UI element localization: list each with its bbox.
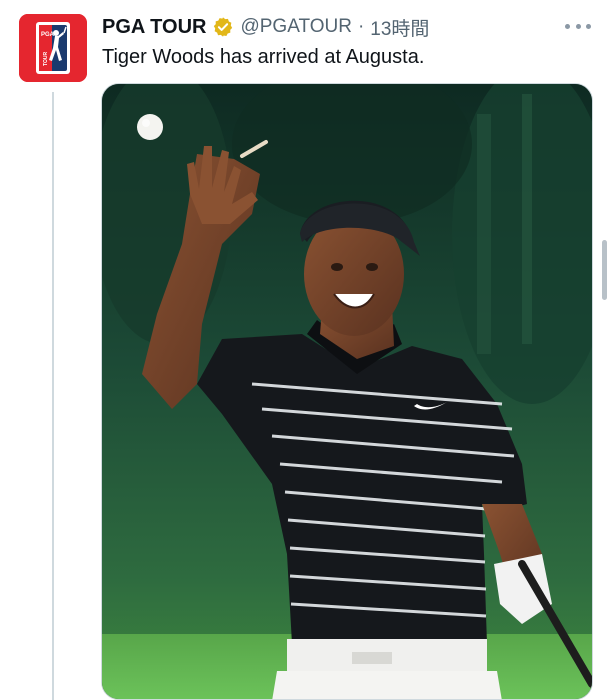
scrollbar[interactable]	[602, 240, 607, 300]
svg-text:TOUR: TOUR	[43, 52, 49, 66]
timestamp[interactable]: 13時間	[370, 14, 429, 41]
tweet-photo[interactable]	[101, 83, 593, 700]
tweet-header: PGA TOUR @PGATOUR · 13時間	[102, 13, 429, 41]
verified-badge-icon	[212, 16, 234, 38]
pga-tour-logo: PGA TOUR	[19, 14, 87, 82]
avatar[interactable]: PGA TOUR	[19, 14, 87, 82]
svg-text:PGA: PGA	[41, 32, 55, 38]
tweet-text: Tiger Woods has arrived at Augusta.	[102, 46, 425, 68]
more-options-icon[interactable]	[565, 18, 591, 34]
thread-line	[52, 92, 54, 700]
display-name[interactable]: PGA TOUR	[102, 16, 206, 39]
separator-dot: ·	[357, 16, 365, 37]
handle[interactable]: @PGATOUR	[240, 16, 352, 38]
golfer-photo	[102, 84, 592, 699]
